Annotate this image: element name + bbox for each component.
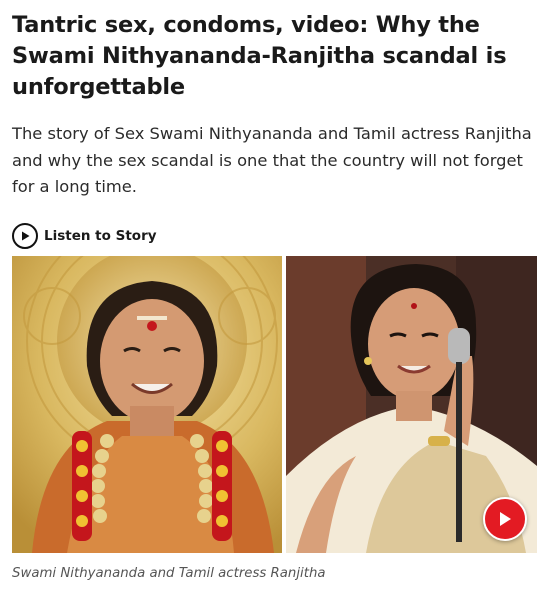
article-media <box>12 256 537 553</box>
image-caption: Swami Nithyananda and Tamil actress Ranj… <box>12 566 326 581</box>
video-play-button[interactable] <box>483 497 527 541</box>
play-circle-icon <box>12 223 38 249</box>
photo-ranjitha <box>286 256 537 553</box>
article-summary: The story of Sex Swami Nithyananda and T… <box>12 124 532 196</box>
article: Tantric sex, condoms, video: Why the Swa… <box>0 0 549 589</box>
article-headline: Tantric sex, condoms, video: Why the Swa… <box>12 12 507 100</box>
listen-label: Listen to Story <box>44 228 157 244</box>
play-icon <box>497 510 513 528</box>
listen-to-story-button[interactable]: Listen to Story <box>12 223 157 249</box>
photo-nithyananda <box>12 256 282 553</box>
